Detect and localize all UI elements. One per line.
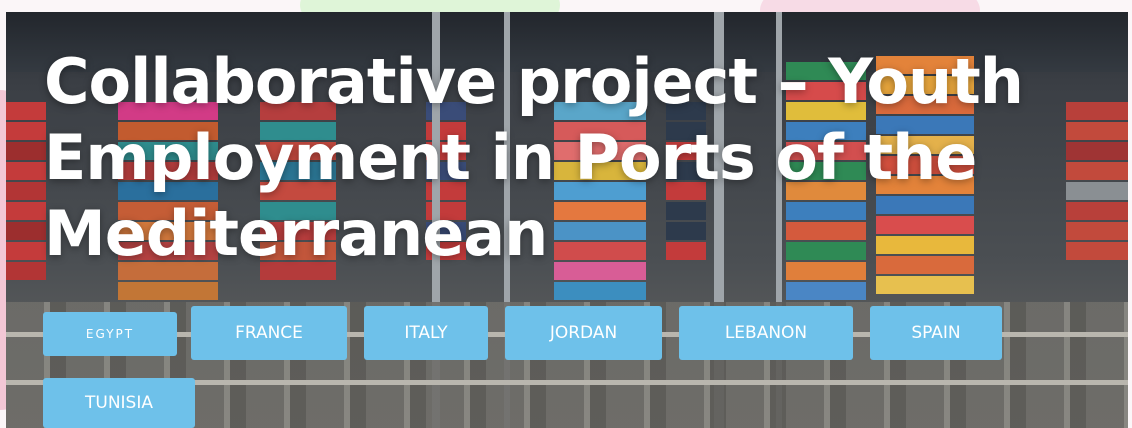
- container-stack: [6, 102, 46, 282]
- country-button-jordan[interactable]: JORDAN: [505, 306, 662, 360]
- country-button-lebanon[interactable]: LEBANON: [679, 306, 853, 360]
- page-frame: Collaborative project – Youth Employment…: [0, 0, 1132, 428]
- page-title: Collaborative project – Youth Employment…: [44, 45, 1024, 270]
- country-button-egypt[interactable]: EGYPT: [43, 312, 177, 356]
- country-button-italy[interactable]: ITALY: [364, 306, 488, 360]
- country-button-france[interactable]: FRANCE: [191, 306, 347, 360]
- country-button-tunisia[interactable]: TUNISIA: [43, 378, 195, 428]
- country-button-spain[interactable]: SPAIN: [870, 306, 1002, 360]
